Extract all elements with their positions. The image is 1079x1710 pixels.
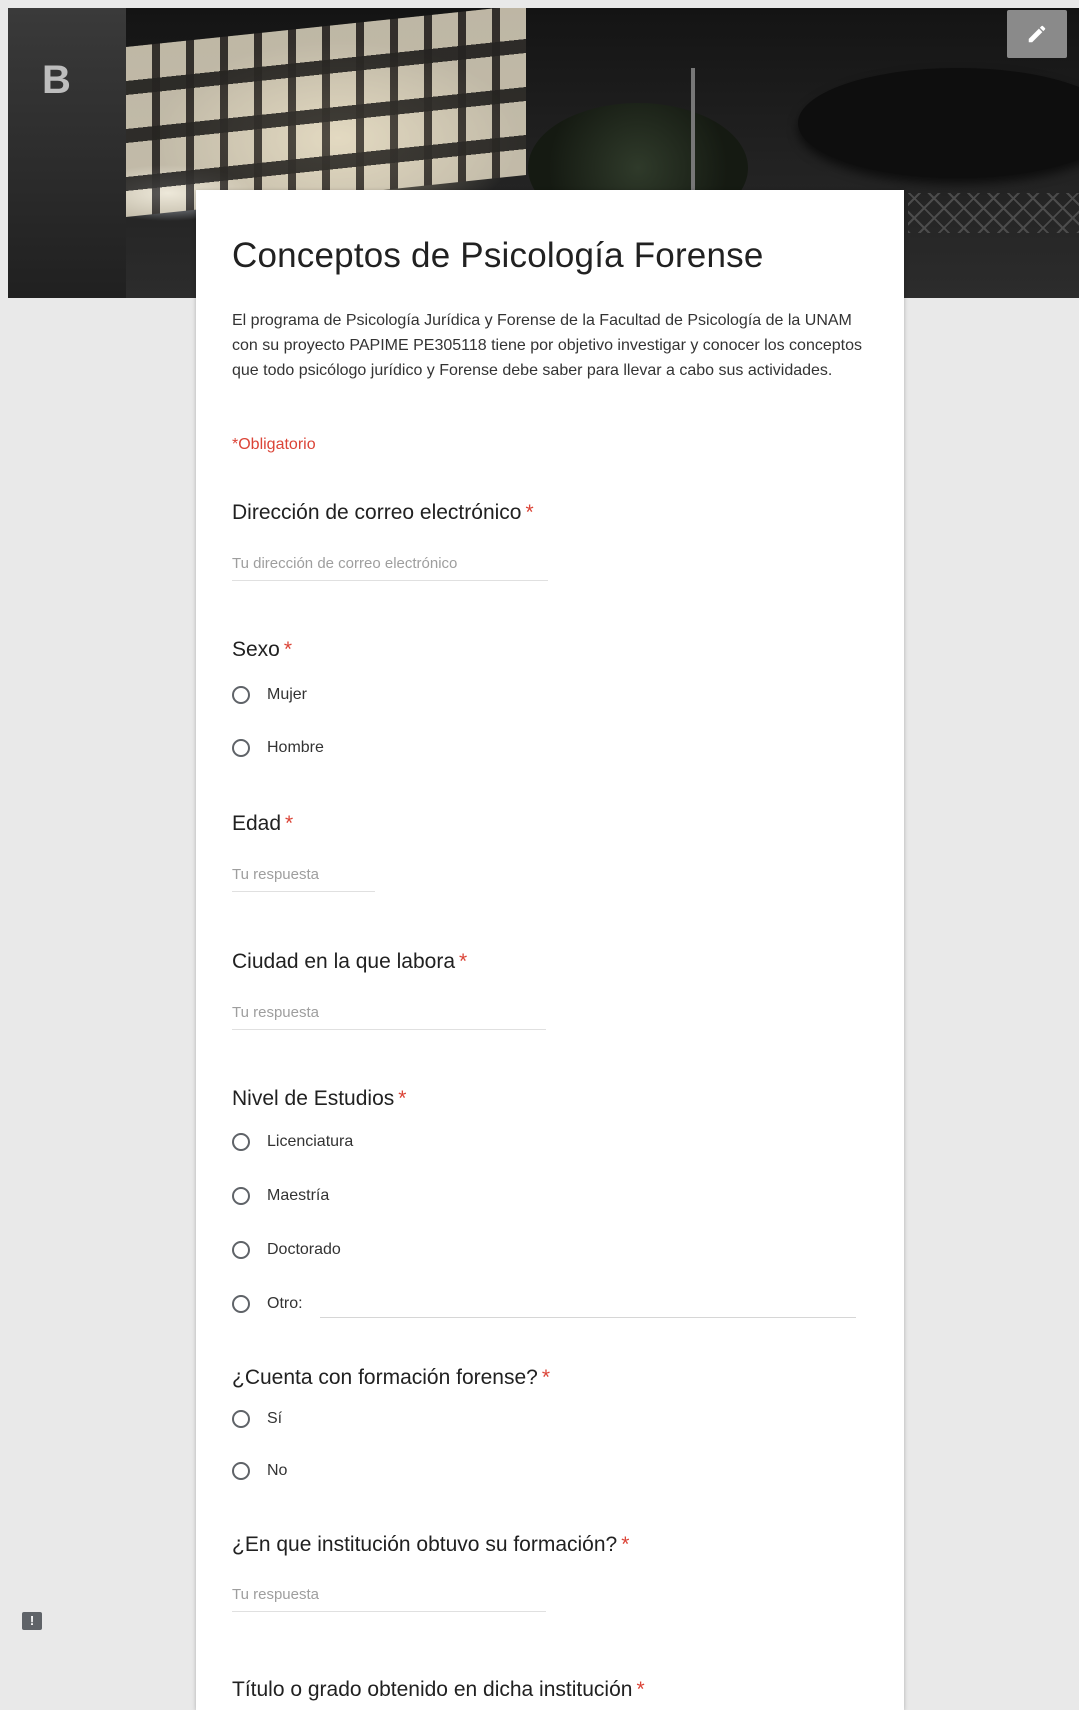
radio-option-mujer[interactable]: Mujer bbox=[232, 686, 307, 704]
age-input[interactable] bbox=[232, 866, 375, 892]
radio-circle-icon[interactable] bbox=[232, 1462, 250, 1480]
required-star: * bbox=[525, 501, 534, 524]
required-note: *Obligatorio bbox=[232, 436, 316, 453]
pencil-icon bbox=[1028, 25, 1046, 43]
required-star: * bbox=[541, 1366, 551, 1389]
question-forensic-training-label: ¿Cuenta con formación forense? bbox=[232, 1366, 538, 1389]
question-institution-label: ¿En que institución obtuvo su formación? bbox=[232, 1533, 618, 1556]
form-card: Conceptos de Psicología Forense El progr… bbox=[196, 190, 904, 1710]
question-degree-label: Título o grado obtenido en dicha institu… bbox=[232, 1678, 633, 1701]
required-star: * bbox=[283, 638, 293, 661]
radio-label: Licenciatura bbox=[267, 1133, 354, 1150]
question-sex-label: Sexo bbox=[232, 638, 280, 661]
question-degree: Título o grado obtenido en dicha institu… bbox=[232, 1678, 645, 1702]
other-text-input[interactable] bbox=[320, 1317, 856, 1318]
city-input[interactable] bbox=[232, 1004, 546, 1030]
required-star: * bbox=[621, 1533, 630, 1556]
required-star: * bbox=[398, 1087, 407, 1110]
form-description: El programa de Psicología Jurídica y For… bbox=[232, 312, 862, 379]
building-letter: B bbox=[42, 58, 71, 102]
radio-option-hombre[interactable]: Hombre bbox=[232, 739, 324, 757]
radio-circle-icon[interactable] bbox=[232, 1133, 250, 1151]
form-title: Conceptos de Psicología Forense bbox=[232, 236, 764, 275]
question-email-label: Dirección de correo electrónico bbox=[232, 501, 522, 524]
radio-label: Hombre bbox=[267, 739, 324, 756]
radio-option-si[interactable]: Sí bbox=[232, 1410, 282, 1428]
radio-label: No bbox=[267, 1462, 288, 1479]
required-star: * bbox=[459, 950, 468, 973]
banner-umbrella bbox=[798, 68, 1079, 178]
radio-option-doctorado[interactable]: Doctorado bbox=[232, 1241, 341, 1259]
banner-tower: B bbox=[8, 8, 126, 298]
feedback-icon[interactable]: ! bbox=[22, 1612, 42, 1630]
radio-option-maestria[interactable]: Maestría bbox=[232, 1187, 329, 1205]
question-city: Ciudad en la que labora * bbox=[232, 950, 467, 974]
question-age: Edad * bbox=[232, 812, 293, 836]
edit-button[interactable] bbox=[1007, 10, 1067, 58]
radio-circle-icon[interactable] bbox=[232, 1241, 250, 1259]
radio-option-licenciatura[interactable]: Licenciatura bbox=[232, 1133, 353, 1151]
radio-label: Mujer bbox=[267, 686, 308, 703]
required-star: * bbox=[636, 1678, 645, 1701]
radio-circle-icon[interactable] bbox=[232, 739, 250, 757]
question-forensic-training: ¿Cuenta con formación forense? * bbox=[232, 1366, 550, 1390]
radio-option-otro[interactable]: Otro: bbox=[232, 1295, 303, 1313]
question-education: Nivel de Estudios * bbox=[232, 1087, 406, 1111]
radio-circle-icon[interactable] bbox=[232, 1187, 250, 1205]
question-institution: ¿En que institución obtuvo su formación?… bbox=[232, 1533, 629, 1557]
radio-label: Maestría bbox=[267, 1187, 330, 1204]
radio-label: Doctorado bbox=[267, 1241, 341, 1258]
radio-option-no[interactable]: No bbox=[232, 1462, 287, 1480]
radio-label: Otro: bbox=[267, 1295, 303, 1312]
required-star: * bbox=[285, 812, 294, 835]
banner-building bbox=[126, 8, 526, 218]
question-city-label: Ciudad en la que labora bbox=[232, 950, 456, 973]
radio-circle-icon[interactable] bbox=[232, 686, 250, 704]
radio-circle-icon[interactable] bbox=[232, 1410, 250, 1428]
question-education-label: Nivel de Estudios bbox=[232, 1087, 395, 1110]
question-email: Dirección de correo electrónico * bbox=[232, 501, 534, 525]
email-input[interactable] bbox=[232, 555, 548, 581]
institution-input[interactable] bbox=[232, 1586, 546, 1612]
radio-circle-icon[interactable] bbox=[232, 1295, 250, 1313]
question-age-label: Edad bbox=[232, 812, 282, 835]
banner-truss bbox=[908, 193, 1079, 233]
radio-label: Sí bbox=[267, 1410, 283, 1427]
question-sex: Sexo * bbox=[232, 638, 292, 662]
